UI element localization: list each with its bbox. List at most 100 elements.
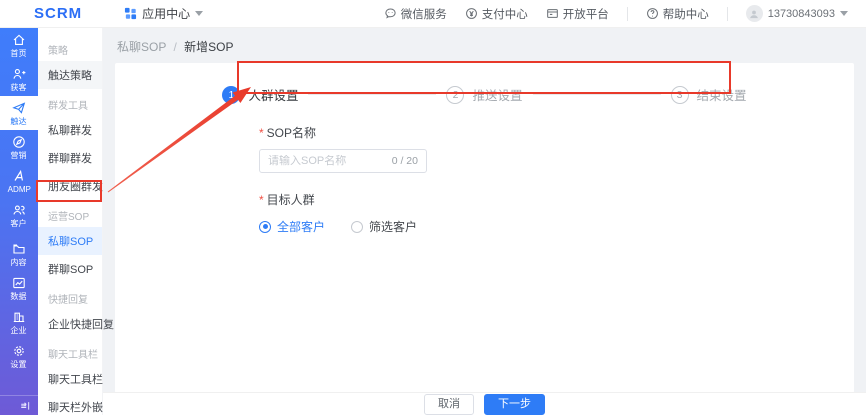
sidebar-item-label: 客户 [11,219,27,228]
target-group-label: *目标人群 [259,191,854,208]
sop-name-field: 0 / 20 [259,149,427,173]
scrm-app-window: SCRM 应用中心 微信服务 支付中心 [0,0,866,415]
menu-item-private-sop[interactable]: 私聊SOP [38,227,102,255]
user-account-menu[interactable]: 13730843093 [746,5,848,22]
nav-help-center[interactable]: 帮助中心 [646,6,709,22]
sidebar-item-label: 营销 [11,151,27,160]
radio-label: 筛选客户 [369,218,417,235]
sidebar-item-label: ADMP [7,185,30,194]
breadcrumb: 私聊SOP / 新增SOP [103,28,866,63]
step-label: 推送设置 [472,85,522,104]
new-sop-card: 1 人群设置 2 推送设置 3 结束设置 *SOP名称 [115,63,854,393]
header-divider [627,7,628,21]
folder-icon [12,242,26,256]
menu-group-title: 聊天工具栏 [38,338,102,365]
app-center-label: 应用中心 [142,5,190,22]
chevron-down-icon [195,11,203,16]
wechat-icon [384,7,397,20]
step-finish-setting: 3 结束设置 [671,85,747,104]
paper-plane-icon [12,101,26,115]
menu-item-chat-toolbar[interactable]: 聊天工具栏 [38,365,102,393]
footer-action-bar: 取消 下一步 [103,392,866,415]
step-number: 3 [671,86,689,104]
nav-wechat-service[interactable]: 微信服务 [384,6,447,22]
header-divider [727,7,728,21]
sidebar-item-label: 触达 [11,117,27,126]
sidebar-item-admp[interactable]: ADMP [0,164,38,198]
sidebar-item-label: 数据 [11,292,27,301]
menu-group-title: 群发工具 [38,89,102,116]
admp-icon [12,169,26,183]
chevron-down-icon [840,11,848,16]
step-number: 2 [446,86,464,104]
app-center-menu[interactable]: 应用中心 [124,5,203,22]
step-push-setting: 2 推送设置 [446,85,522,104]
radio-dot-icon [259,221,271,233]
step-number: 1 [222,86,240,104]
building-icon [12,310,26,324]
open-platform-icon [546,7,559,20]
menu-item-quick-reply[interactable]: 企业快捷回复 [38,310,102,338]
sidebar-item-label: 首页 [11,49,27,58]
scrm-logo: SCRM [34,5,82,22]
radio-dot-icon [351,221,363,233]
secondary-menu: 策略 触达策略 群发工具 私聊群发 群聊群发 朋友圈群发 运营SOP 私聊SOP… [38,28,103,415]
user-plus-icon [12,67,26,81]
sidebar-collapse-button[interactable] [0,395,38,415]
next-step-button[interactable]: 下一步 [484,394,545,415]
top-header: SCRM 应用中心 微信服务 支付中心 [0,0,866,28]
menu-item-group-mass-send[interactable]: 群聊群发 [38,144,102,172]
pay-icon [465,7,478,20]
menu-item-group-sop[interactable]: 群聊SOP [38,255,102,283]
required-mark: * [259,193,264,207]
target-group-radios: 全部客户 筛选客户 [259,218,854,235]
menu-item-private-mass-send[interactable]: 私聊群发 [38,116,102,144]
sidebar-item-enterprise[interactable]: 企业 [0,305,38,339]
sidebar-item-label: 内容 [11,258,27,267]
step-connector [533,94,661,95]
menu-group-title: 运营SOP [38,200,102,227]
menu-item-moments-mass-send[interactable]: 朋友圈群发 [38,172,102,200]
sidebar-item-label: 获客 [11,83,27,92]
sidebar-item-label: 设置 [11,360,27,369]
sop-form: *SOP名称 0 / 20 *目标人群 全部客户 筛选客户 [115,104,854,235]
required-mark: * [259,126,264,140]
sop-name-label: *SOP名称 [259,124,854,141]
avatar-icon [746,5,763,22]
sidebar-item-home[interactable]: 首页 [0,28,38,62]
sidebar-item-data[interactable]: 数据 [0,271,38,305]
sidebar-item-acquire[interactable]: 获客 [0,62,38,96]
sidebar-item-settings[interactable]: 设置 [0,339,38,373]
user-phone: 13730843093 [768,8,835,20]
nav-open-platform-label: 开放平台 [563,6,609,22]
menu-group-title: 快捷回复 [38,283,102,310]
users-icon [12,203,26,217]
sidebar-item-customers[interactable]: 客户 [0,198,38,232]
chart-icon [12,276,26,290]
nav-help-center-label: 帮助中心 [663,6,709,22]
main-content: 私聊SOP / 新增SOP 1 人群设置 2 推送设置 3 结束设置 [103,28,866,415]
nav-pay-center[interactable]: 支付中心 [465,6,528,22]
gear-icon [12,344,26,358]
nav-open-platform[interactable]: 开放平台 [546,6,609,22]
radio-label: 全部客户 [277,218,325,235]
primary-sidebar: 首页 获客 触达 营销 ADMP 客户 内容 数据 [0,28,38,415]
breadcrumb-parent[interactable]: 私聊SOP [117,40,166,54]
sidebar-item-reach[interactable]: 触达 [0,96,38,130]
radio-all-customers[interactable]: 全部客户 [259,218,325,235]
breadcrumb-current: 新增SOP [184,40,233,54]
sidebar-item-label: 企业 [11,326,27,335]
menu-item-reach-strategy[interactable]: 触达策略 [38,61,102,89]
home-icon [12,33,26,47]
sop-name-input[interactable] [268,155,388,167]
sidebar-item-content[interactable]: 内容 [0,237,38,271]
step-audience-setting: 1 人群设置 [222,85,298,104]
step-label: 结束设置 [697,85,747,104]
cancel-button[interactable]: 取消 [424,394,474,415]
radio-filtered-customers[interactable]: 筛选客户 [351,218,417,235]
step-label: 人群设置 [248,85,298,104]
menu-item-chatbar-embed[interactable]: 聊天栏外嵌 [38,393,102,415]
sidebar-item-marketing[interactable]: 营销 [0,130,38,164]
collapse-icon [20,400,31,411]
compass-icon [12,135,26,149]
